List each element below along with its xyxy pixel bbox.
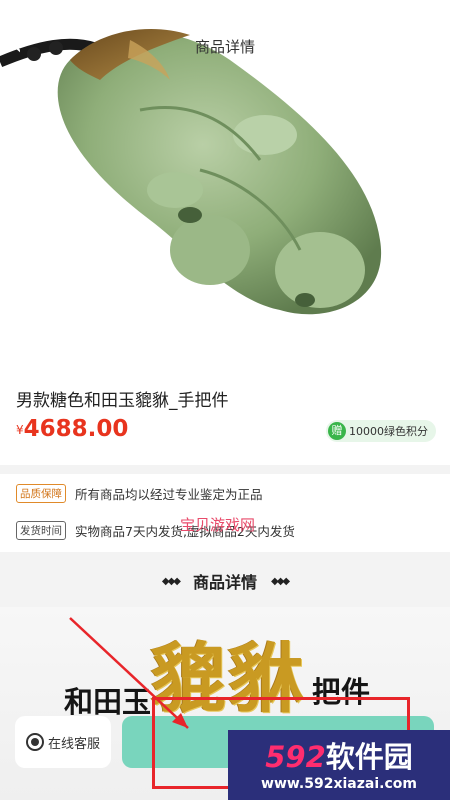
diamond-deco-left-icon: ◆◆◆: [161, 575, 181, 587]
logo-text: 软件园: [325, 740, 413, 774]
watermark: 宝贝游戏网: [180, 516, 256, 534]
guarantee-quality: 品质保障 所有商品均以经过专业鉴定为正品: [16, 484, 263, 503]
points-badge: 赠 10000绿色积分: [326, 420, 436, 442]
detail-section-header: ◆◆◆ 商品详情 ◆◆◆: [0, 555, 450, 607]
price-value: 4688.00: [23, 416, 129, 442]
shipping-tag: 发货时间: [16, 521, 66, 540]
currency-symbol: ¥: [16, 423, 24, 437]
product-image[interactable]: ‹ 商品详情: [0, 0, 450, 370]
top-bar: ‹ 商品详情: [0, 0, 450, 90]
diamond-deco-right-icon: ◆◆◆: [271, 575, 290, 587]
quality-tag: 品质保障: [16, 484, 66, 503]
logo-brand: 592软件园: [228, 734, 450, 776]
product-title: 男款糖色和田玉貔貅_手把件: [16, 391, 229, 411]
quality-text: 所有商品均以经过专业鉴定为正品: [75, 487, 263, 502]
product-price: ¥4688.00: [16, 416, 128, 442]
logo-url: www.592xiazai.com: [261, 776, 417, 792]
page-title: 商品详情: [194, 38, 255, 56]
headset-icon: [25, 733, 44, 751]
service-guarantees: 品质保障 所有商品均以经过专业鉴定为正品 发货时间 实物商品7天内发货,虚拟商品…: [0, 474, 450, 552]
points-text: 10000绿色积分: [349, 425, 428, 438]
gift-badge-icon: 赠: [328, 422, 346, 440]
site-logo-overlay: 592软件园 www.592xiazai.com: [228, 730, 450, 800]
product-info-card: 男款糖色和田玉貔貅_手把件 ¥4688.00 赠 10000绿色积分: [0, 370, 450, 465]
detail-section-title: 商品详情: [192, 573, 257, 592]
logo-number: 592: [265, 740, 326, 774]
